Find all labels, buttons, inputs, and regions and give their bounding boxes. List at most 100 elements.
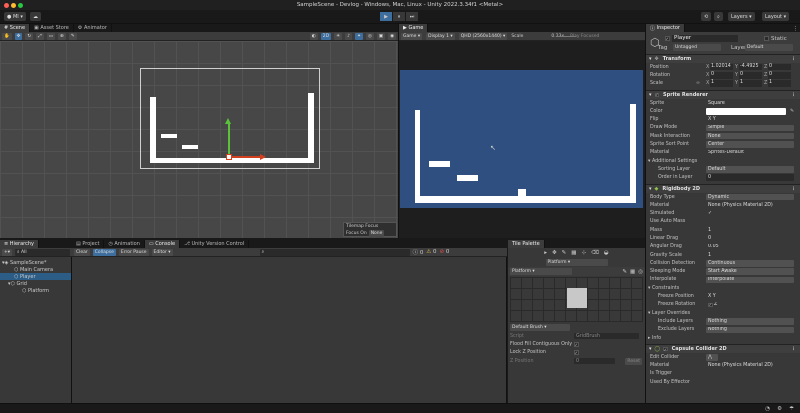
tab-game[interactable]: ▶ Game [399,24,429,32]
play-button[interactable]: ▶ [380,12,392,21]
edit-palette-icon[interactable]: ✎ [622,269,627,275]
used-by-effector-checkbox[interactable] [706,379,794,386]
console-search-input[interactable]: ⌕ [259,248,410,256]
transform-tool-icon[interactable]: ⊕ [58,32,66,40]
info-foldout[interactable]: ▸ Info [646,334,800,342]
collider-enabled-checkbox[interactable]: ✓ [663,347,668,352]
angular-drag-field[interactable]: 0.05 [706,244,794,251]
rect-tool-icon[interactable]: ▭ [46,32,56,40]
tab-scene[interactable]: # Scene [0,24,31,32]
tab-animator[interactable]: ⚙ Animator [74,24,112,32]
palette-dropdown[interactable]: Platform ▾ [510,268,572,275]
pause-button[interactable]: ⏸ [393,12,405,21]
rb-material-field[interactable]: None (Physics Material 2D) [706,202,794,209]
grid-toggle-icon[interactable]: ▦ [630,269,635,275]
resolution-dropdown[interactable]: QHD (2560x1440) ▾ [458,32,508,40]
select-tool-icon[interactable]: ▸ [544,250,547,256]
effects-icon[interactable]: ✦ [355,32,363,40]
collider-material-field[interactable]: None (Physics Material 2D) [706,362,794,369]
pivot-icon[interactable]: ◐ [309,32,318,40]
sprite-renderer-header[interactable]: ▾ ✓ Sprite Renderer ⋮ [646,89,800,99]
is-trigger-checkbox[interactable] [706,371,794,378]
tab-version-control[interactable]: ⎇ Unity Version Control [180,240,250,248]
zoom-window-button[interactable] [18,2,23,8]
notification-icon[interactable]: ◔ [765,406,770,412]
position-x-field[interactable]: 1.02014 [710,63,733,71]
rotation-x-field[interactable]: 0 [710,72,733,79]
eyedropper-icon[interactable]: ✎ [790,109,794,114]
additional-settings-foldout[interactable]: ▾ Additional Settings [646,157,800,165]
search-button[interactable]: ⌕ [714,12,723,21]
rigidbody-header[interactable]: ▾ ◆ Rigidbody 2D ⋮ [646,183,800,193]
use-auto-mass-checkbox[interactable] [706,219,794,226]
component-menu-icon[interactable]: ⋮ [791,92,796,98]
gravity-scale-field[interactable]: 1 [706,252,794,259]
capsule-collider-header[interactable]: ▾ ◯ ✓ Capsule Collider 2D ⋮ [646,344,800,354]
color-swatch[interactable] [706,108,786,115]
scale-z-field[interactable]: 1 [768,80,791,87]
collision-detection-dropdown[interactable]: Continuous [706,260,794,267]
step-button[interactable]: ⏭ [406,12,418,21]
list-item[interactable]: ▾ ◈ SampleScene* [0,259,71,266]
freeze-position-toggles[interactable]: X Y [706,293,794,300]
display-dropdown[interactable]: Display 1 ▾ [426,32,455,40]
box-fill-tool-icon[interactable]: ▦ [571,250,576,256]
cloud-button[interactable]: ☁ [30,12,41,21]
tab-console[interactable]: ▭ Console [144,240,181,248]
game-view[interactable]: ↖ [400,70,643,208]
component-menu-icon[interactable]: ⋮ [791,346,796,352]
gizmo-toggle-icon[interactable]: ◎ [638,269,643,275]
minimize-window-button[interactable] [11,2,16,8]
player-sprite[interactable] [226,154,232,160]
clear-button[interactable]: Clear [74,248,90,256]
material-field[interactable]: Sprites-Default [706,150,794,157]
brush-dropdown[interactable]: Default Brush ▾ [510,324,570,331]
mask-interaction-dropdown[interactable]: None [706,132,794,140]
linear-drag-field[interactable]: 0 [706,235,794,242]
active-tilemap-dropdown[interactable]: Platform ▾ [545,259,608,266]
sorting-layer-dropdown[interactable]: Default [706,166,794,173]
layers-dropdown[interactable]: Layers ▾ [728,12,755,21]
brush-tool-icon[interactable]: ✎ [562,250,567,256]
platform-left-wall[interactable] [150,97,156,163]
lock-z-checkbox[interactable]: ✓ [574,350,579,355]
error-pause-button[interactable]: Error Pause [118,248,149,256]
component-menu-icon[interactable]: ⋮ [791,56,796,62]
simulated-checkbox[interactable]: ✓ [706,210,794,217]
2d-toggle-icon[interactable]: 2D [320,32,332,40]
hidden-icon[interactable]: ◎ [365,32,374,40]
scale-x-field[interactable]: 1 [710,80,733,87]
exclude-layers-dropdown[interactable]: Nothing [706,326,794,333]
static-checkbox[interactable] [764,36,769,41]
flip-toggles[interactable]: X Y [706,116,794,123]
tab-asset-store[interactable]: ▣ Asset Store [30,24,74,32]
platform-ledge-1[interactable] [161,134,177,138]
account-button[interactable]: ● MI ▾ [4,12,26,21]
rotate-tool-icon[interactable]: ↻ [25,32,34,40]
gizmos-icon[interactable]: ◉ [388,32,396,40]
order-in-layer-field[interactable]: 0 [706,174,794,181]
error-count[interactable]: ⊘ 0 [440,249,450,255]
lighting-icon[interactable]: ☀ [334,32,343,40]
settings-icon[interactable]: ⚙ [777,406,782,412]
tab-hierarchy[interactable]: ≡ Hierarchy [0,240,39,248]
list-item[interactable]: ▾ ⬡ Grid [0,280,71,287]
collapse-button[interactable]: Collapse [92,248,116,256]
scale-slider[interactable] [556,36,576,37]
object-name-field[interactable]: Player [672,35,738,42]
draw-mode-dropdown[interactable]: Simple [706,124,794,132]
debug-icon[interactable]: ☂ [789,406,794,412]
game-mode-dropdown[interactable]: Game ▾ [401,32,423,40]
component-menu-icon[interactable]: ⋮ [791,186,796,192]
rotation-z-field[interactable]: 0 [768,72,791,79]
tab-tile-palette[interactable]: Tile Palette [508,240,545,248]
info-count[interactable]: ⓘ 0 [413,248,424,256]
interpolate-dropdown[interactable]: Interpolate [706,276,794,284]
constraints-foldout[interactable]: ▾ Constraints [646,284,800,292]
close-window-button[interactable] [4,2,9,8]
scale-y-field[interactable]: 1 [739,80,762,87]
move-gizmo-y-arrow-icon[interactable] [225,118,231,124]
hierarchy-search-input[interactable]: ⌕ All [15,248,70,256]
link-icon[interactable]: ∞ [696,81,700,86]
history-button[interactable]: ⟲ [701,12,712,21]
